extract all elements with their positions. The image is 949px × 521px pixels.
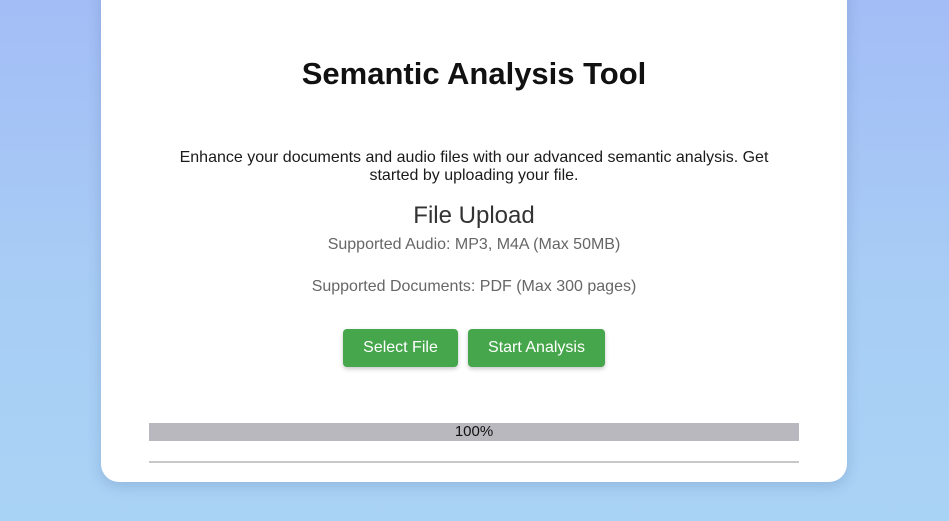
divider (149, 461, 799, 463)
progress-label: 100% (454, 423, 494, 440)
supported-documents-text: Supported Documents: PDF (Max 300 pages) (311, 278, 637, 295)
supported-audio-text: Supported Audio: MP3, M4A (Max 50MB) (327, 236, 621, 253)
page-title: Semantic Analysis Tool (301, 56, 647, 91)
upload-heading: File Upload (413, 202, 535, 229)
select-file-button[interactable]: Select File (343, 329, 458, 367)
start-analysis-button[interactable]: Start Analysis (468, 329, 605, 367)
main-card: Semantic Analysis Tool Enhance your docu… (101, 0, 847, 482)
intro-text: Enhance your documents and audio files w… (179, 149, 769, 184)
progress-bar: 100% (149, 423, 799, 441)
